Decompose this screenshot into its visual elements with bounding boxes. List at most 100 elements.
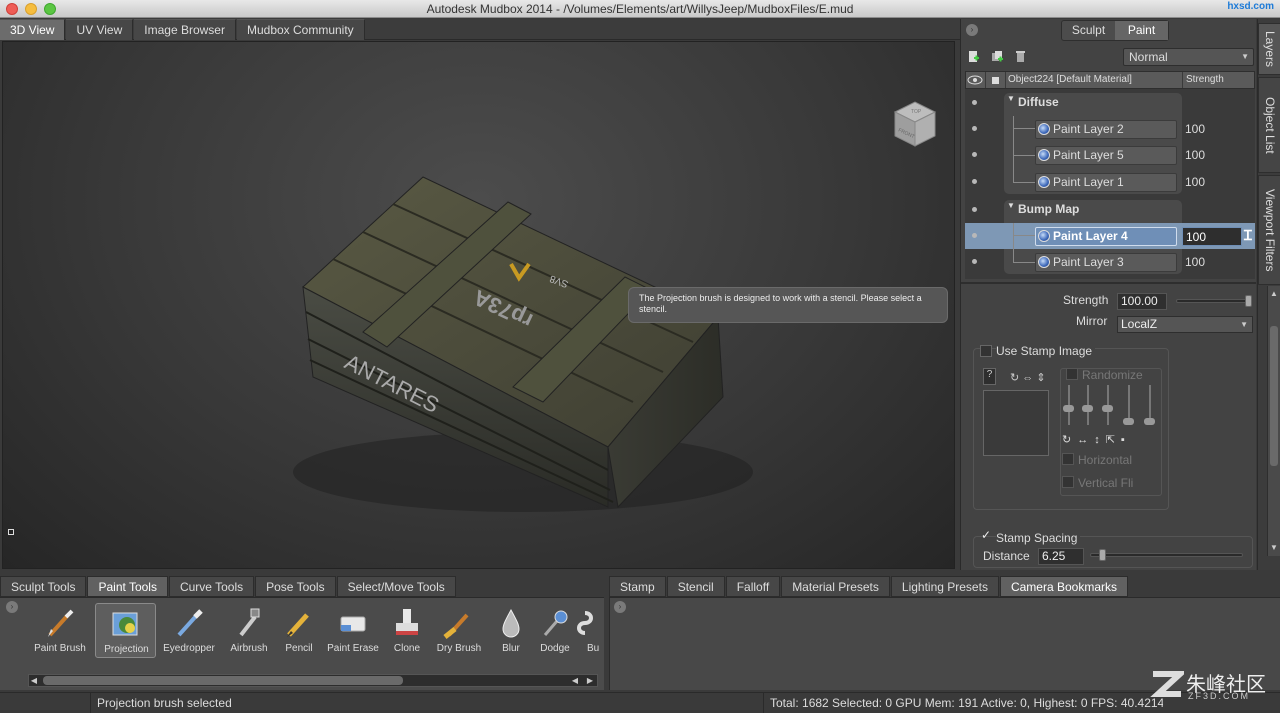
tab-material-presets[interactable]: Material Presets [781, 576, 890, 597]
tool-pencil[interactable]: Pencil [270, 603, 328, 658]
tree-connector [1013, 129, 1035, 156]
scroll-left-icon[interactable]: ◀ [570, 675, 580, 686]
tab-pose-tools[interactable]: Pose Tools [255, 576, 336, 597]
vertical-flip-checkbox[interactable] [1062, 476, 1074, 488]
scrollbar-thumb[interactable] [43, 676, 403, 685]
scroll-up-icon[interactable]: ▲ [1268, 288, 1280, 299]
view-cube[interactable]: TOP FRONT [889, 98, 941, 150]
scroll-down-icon[interactable]: ▼ [1268, 542, 1280, 553]
tab-mudbox-community[interactable]: Mudbox Community [236, 19, 365, 40]
slider-handle[interactable] [1102, 405, 1113, 412]
distance-slider-handle[interactable] [1098, 549, 1106, 561]
tab-viewport-filters[interactable]: Viewport Filters [1258, 175, 1280, 285]
visibility-icon[interactable] [972, 179, 977, 184]
tray-options-icon[interactable]: › [6, 601, 18, 613]
tab-3d-view[interactable]: 3D View [0, 19, 66, 40]
tool-label: Projection [104, 644, 149, 655]
tool-projection[interactable]: Projection [95, 603, 156, 658]
layer-row-selected[interactable]: Paint Layer 4 100 Ɪ [965, 223, 1255, 249]
tool-eyedropper[interactable]: Eyedropper [160, 603, 218, 658]
visibility-icon[interactable] [972, 233, 977, 238]
strength-slider-handle[interactable] [1245, 295, 1252, 307]
visibility-icon[interactable] [972, 100, 977, 105]
tab-curve-tools[interactable]: Curve Tools [168, 576, 255, 597]
tab-stamp[interactable]: Stamp [609, 576, 666, 597]
tab-sculpt-tools[interactable]: Sculpt Tools [0, 576, 87, 597]
strength-input[interactable]: 100.00 [1117, 293, 1167, 310]
distance-input[interactable]: 6.25 [1038, 548, 1084, 565]
tab-falloff[interactable]: Falloff [725, 576, 781, 597]
layer-strength[interactable]: 100 [1182, 253, 1242, 272]
layer-row[interactable]: Paint Layer 1 100 [965, 155, 1255, 195]
tab-stencil[interactable]: Stencil [666, 576, 725, 597]
visibility-icon[interactable] [972, 259, 977, 264]
slider-handle[interactable] [1123, 418, 1134, 425]
library-options-icon[interactable]: › [614, 601, 626, 613]
tool-clone[interactable]: Clone [378, 603, 436, 658]
tool-burn[interactable]: Bu [571, 603, 601, 658]
slider-handle[interactable] [1144, 418, 1155, 425]
visibility-icon[interactable] [972, 152, 977, 157]
new-layer-icon[interactable] [967, 50, 980, 63]
tab-lighting-presets[interactable]: Lighting Presets [890, 576, 999, 597]
tool-tray-scrollbar[interactable]: ◀ ◀ ▶ [28, 674, 598, 687]
tab-object-list[interactable]: Object List [1258, 77, 1280, 173]
library-tabs: Stamp Stencil Falloff Material Presets L… [609, 576, 1259, 597]
z-logo-icon [1150, 671, 1184, 697]
stamp-spacing-checkbox[interactable] [980, 528, 992, 543]
sculpt-mode-button[interactable]: Sculpt [1062, 21, 1115, 40]
layer-strength[interactable]: 100 [1182, 120, 1242, 139]
distance-slider[interactable] [1090, 553, 1243, 557]
layer-name-field[interactable]: Paint Layer 3 [1035, 253, 1177, 272]
scroll-left-icon[interactable]: ◀ [29, 675, 39, 686]
layer-name-field[interactable]: Paint Layer 5 [1035, 146, 1177, 165]
layer-row[interactable]: Paint Layer 2 100 [965, 116, 1255, 142]
strength-slider[interactable] [1176, 299, 1252, 303]
random-axis-icons[interactable]: ↻↔↕⇱▪ [1062, 433, 1131, 446]
slider-handle[interactable] [1063, 405, 1074, 412]
scroll-right-icon[interactable]: ▶ [585, 675, 595, 686]
tool-paint-erase[interactable]: Paint Erase [324, 603, 382, 658]
stamp-transform-icons[interactable]: ↻ ⇔ ⇕ [1010, 371, 1046, 384]
mirror-dropdown[interactable]: LocalZ ▼ [1117, 316, 1253, 333]
slider-handle[interactable] [1082, 405, 1093, 412]
tool-paint-brush[interactable]: Paint Brush [31, 603, 89, 658]
tab-uv-view[interactable]: UV View [66, 19, 134, 40]
tool-dry-brush[interactable]: Dry Brush [430, 603, 488, 658]
stamp-preview[interactable] [983, 390, 1049, 456]
panel-scrollbar[interactable]: ▲ ▼ [1267, 286, 1280, 556]
layer-group-row[interactable]: ▼ Diffuse [965, 90, 1255, 116]
blend-mode-dropdown[interactable]: Normal ▼ [1123, 48, 1254, 66]
layer-strength[interactable]: 100 [1182, 173, 1242, 192]
layer-name-field[interactable]: Paint Layer 1 [1035, 173, 1177, 192]
duplicate-layer-icon[interactable] [991, 50, 1004, 63]
tab-layers[interactable]: Layers [1258, 23, 1280, 75]
layer-group-row[interactable]: ▼ Bump Map [965, 197, 1255, 223]
tab-image-browser[interactable]: Image Browser [134, 19, 236, 40]
use-stamp-checkbox[interactable] [980, 345, 992, 357]
layer-row[interactable]: Paint Layer 5 100 [965, 129, 1255, 168]
scrollbar-thumb[interactable] [1270, 326, 1278, 466]
delete-layer-icon[interactable] [1014, 50, 1027, 63]
close-window-button[interactable] [6, 3, 18, 15]
horizontal-checkbox[interactable] [1062, 453, 1074, 465]
group-name-diffuse: Diffuse [1018, 95, 1059, 109]
visibility-icon[interactable] [972, 207, 977, 212]
layer-row[interactable]: Paint Layer 3 100 [965, 236, 1255, 275]
layer-name: Paint Layer 1 [1053, 175, 1124, 189]
tab-select-move-tools[interactable]: Select/Move Tools [336, 576, 456, 597]
minimize-window-button[interactable] [25, 3, 37, 15]
collapse-panel-icon[interactable]: › [966, 24, 978, 36]
layer-strength[interactable]: 100 [1182, 146, 1242, 165]
layer-strength[interactable]: 100 [1182, 227, 1242, 246]
layer-list-header: Object224 [Default Material] Strength [965, 71, 1255, 89]
layer-name-field[interactable]: Paint Layer 2 [1035, 120, 1177, 139]
help-icon[interactable]: ? [983, 368, 996, 385]
layer-name-field[interactable]: Paint Layer 4 [1035, 227, 1177, 246]
tab-paint-tools[interactable]: Paint Tools [87, 576, 168, 597]
tab-camera-bookmarks[interactable]: Camera Bookmarks [999, 576, 1128, 597]
paint-mode-button[interactable]: Paint [1115, 21, 1168, 40]
zoom-window-button[interactable] [44, 3, 56, 15]
randomize-checkbox[interactable] [1066, 368, 1078, 380]
visibility-icon[interactable] [972, 126, 977, 131]
